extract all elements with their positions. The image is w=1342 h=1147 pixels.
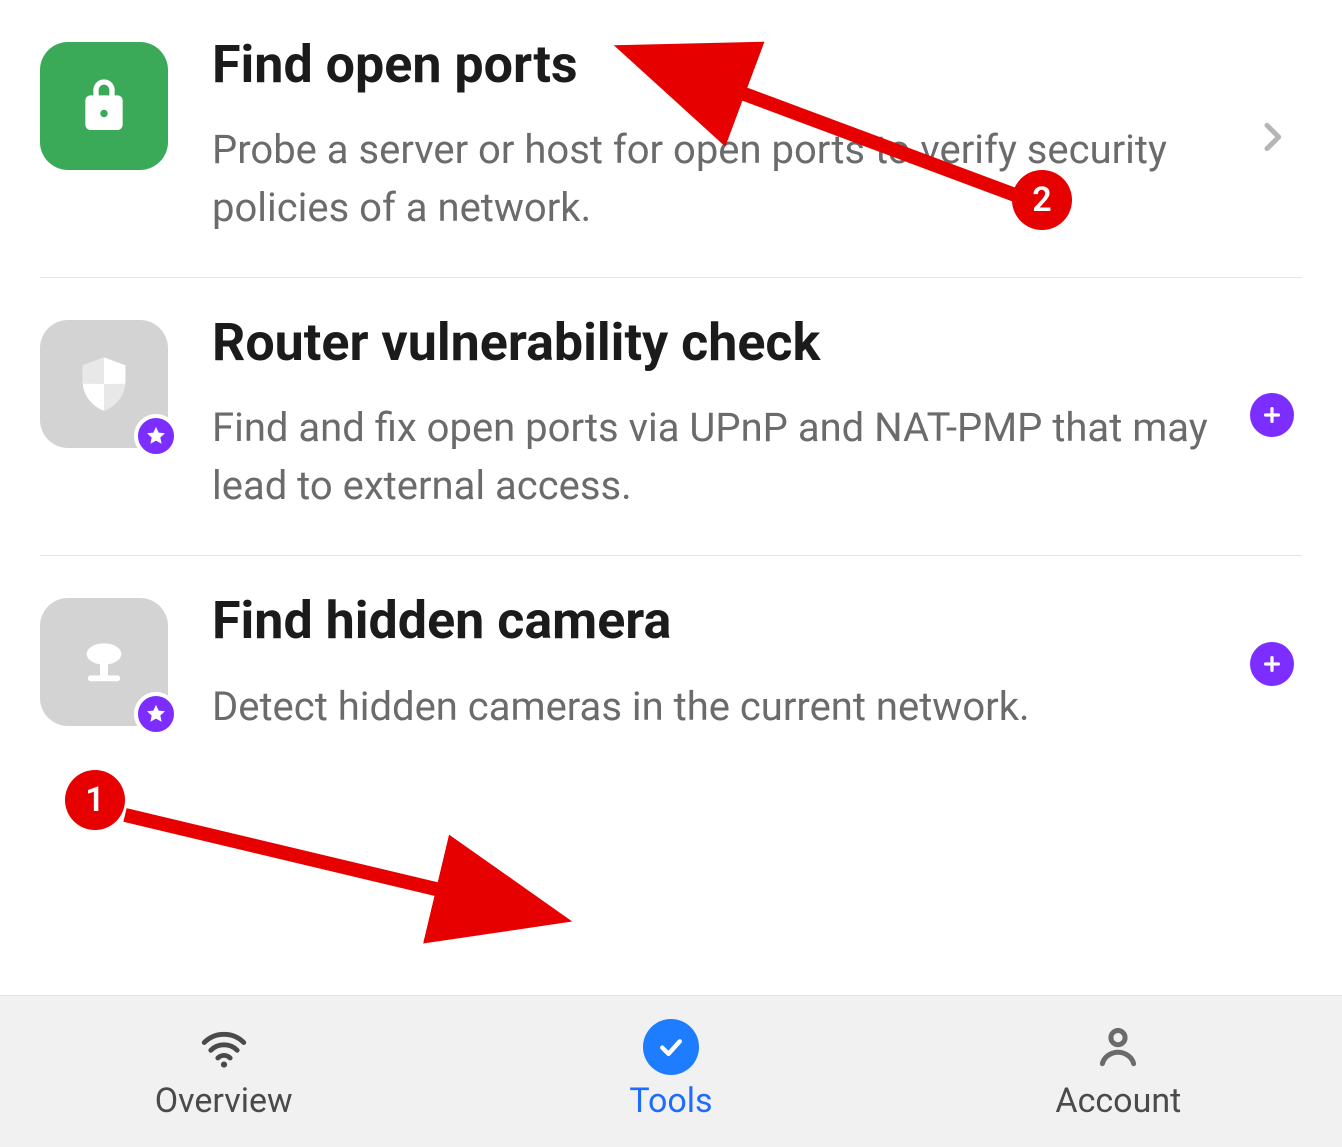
camera-icon-svg bbox=[72, 630, 136, 694]
annotation-badge-1: 1 bbox=[65, 770, 125, 830]
person-icon bbox=[1093, 1023, 1143, 1071]
tool-title: Find hidden camera bbox=[212, 592, 1222, 649]
star-icon bbox=[145, 703, 167, 725]
tool-desc: Detect hidden cameras in the current net… bbox=[212, 678, 1222, 736]
tools-list: Find open ports Probe a server or host f… bbox=[0, 0, 1342, 776]
check-circle-icon bbox=[643, 1023, 699, 1071]
nav-overview[interactable]: Overview bbox=[0, 996, 447, 1147]
nav-label: Tools bbox=[629, 1081, 712, 1121]
tool-item-find-open-ports[interactable]: Find open ports Probe a server or host f… bbox=[40, 0, 1302, 278]
annotation-badge-2: 2 bbox=[1012, 170, 1072, 230]
camera-icon bbox=[40, 598, 168, 726]
wifi-icon bbox=[196, 1023, 252, 1071]
plus-icon bbox=[1250, 393, 1294, 437]
add-premium-button[interactable] bbox=[1242, 642, 1302, 686]
tool-text: Find open ports Probe a server or host f… bbox=[168, 36, 1242, 237]
bottom-nav: Overview Tools Account bbox=[0, 995, 1342, 1147]
tool-item-find-hidden-camera[interactable]: Find hidden camera Detect hidden cameras… bbox=[40, 556, 1302, 775]
lock-icon-svg bbox=[72, 74, 136, 138]
tool-title: Find open ports bbox=[212, 36, 1222, 93]
tool-title: Router vulnerability check bbox=[212, 314, 1222, 371]
shield-icon-svg bbox=[72, 352, 136, 416]
nav-label: Overview bbox=[155, 1081, 293, 1121]
star-icon bbox=[145, 425, 167, 447]
tool-item-router-vulnerability-check[interactable]: Router vulnerability check Find and fix … bbox=[40, 278, 1302, 556]
shield-icon bbox=[40, 320, 168, 448]
premium-star-badge bbox=[134, 414, 178, 458]
chevron-right-icon[interactable] bbox=[1242, 117, 1302, 157]
lock-icon bbox=[40, 42, 168, 170]
nav-tools[interactable]: Tools bbox=[447, 996, 894, 1147]
tool-desc: Probe a server or host for open ports to… bbox=[212, 121, 1222, 237]
tool-desc: Find and fix open ports via UPnP and NAT… bbox=[212, 399, 1222, 515]
nav-label: Account bbox=[1055, 1081, 1181, 1121]
tool-text: Router vulnerability check Find and fix … bbox=[168, 314, 1242, 515]
nav-account[interactable]: Account bbox=[895, 996, 1342, 1147]
tool-text: Find hidden camera Detect hidden cameras… bbox=[168, 592, 1242, 735]
add-premium-button[interactable] bbox=[1242, 393, 1302, 437]
plus-icon bbox=[1250, 642, 1294, 686]
